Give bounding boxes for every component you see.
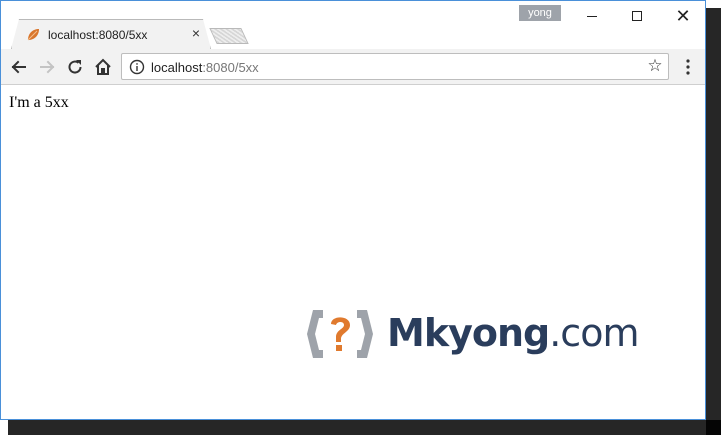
- window-shadow-right: [706, 8, 721, 435]
- question-mark-logo-icon: [307, 310, 373, 358]
- maximize-button[interactable]: [614, 1, 660, 31]
- tab-title: localhost:8080/5xx: [48, 28, 148, 42]
- watermark-tld: .com: [549, 311, 639, 355]
- watermark-brand: Mkyong: [387, 311, 550, 355]
- browser-toolbar: localhost:8080/5xx ☆: [1, 49, 705, 85]
- browser-tab[interactable]: localhost:8080/5xx ×: [11, 19, 211, 49]
- new-tab-button[interactable]: [209, 28, 249, 44]
- watermark-text: Mkyong.com: [387, 308, 639, 358]
- minimize-button[interactable]: [569, 1, 615, 31]
- mkyong-watermark: Mkyong.com: [305, 304, 639, 364]
- url-text[interactable]: localhost:8080/5xx: [151, 60, 259, 75]
- url-path: :8080/5xx: [202, 60, 259, 75]
- reload-icon[interactable]: [65, 57, 85, 77]
- browser-window: localhost:8080/5xx × yong ✕ localhost:80…: [0, 0, 706, 420]
- forward-arrow-icon[interactable]: [37, 57, 57, 77]
- back-arrow-icon[interactable]: [9, 57, 29, 77]
- minimize-icon: [587, 16, 597, 17]
- window-close-button[interactable]: ✕: [660, 1, 705, 31]
- spring-leaf-icon: [27, 29, 39, 41]
- home-icon[interactable]: [93, 57, 113, 77]
- window-shadow-bottom: [8, 420, 721, 435]
- bookmark-star-icon[interactable]: ☆: [646, 57, 664, 75]
- page-content: I'm a 5xx Mkyong.com: [1, 86, 705, 419]
- tab-close-icon[interactable]: ×: [188, 25, 204, 41]
- title-bar: localhost:8080/5xx × yong ✕: [1, 1, 705, 49]
- page-body-text: I'm a 5xx: [9, 94, 69, 111]
- info-icon[interactable]: [129, 59, 145, 75]
- url-host: localhost: [151, 60, 203, 75]
- kebab-menu-icon[interactable]: [681, 57, 695, 77]
- profile-badge[interactable]: yong: [519, 5, 561, 21]
- maximize-icon: [632, 11, 642, 21]
- address-bar[interactable]: localhost:8080/5xx ☆: [121, 53, 669, 80]
